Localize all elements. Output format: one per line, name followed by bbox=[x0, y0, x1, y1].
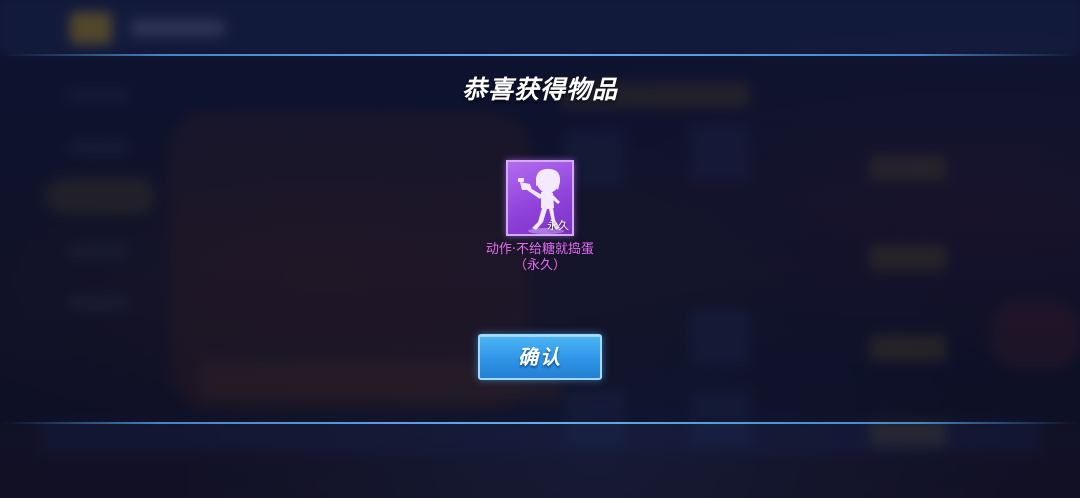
confirm-button[interactable]: 确认 bbox=[478, 334, 602, 380]
popup-top-border bbox=[0, 54, 1080, 56]
duration-tag: 永久 bbox=[547, 219, 569, 232]
reward-item-duration: （永久） bbox=[513, 258, 566, 273]
reward-item-name: 动作·不给糖就捣蛋 bbox=[485, 242, 595, 257]
popup-title: 恭喜获得物品 bbox=[461, 75, 618, 104]
popup-bottom-border bbox=[0, 422, 1080, 424]
reward-popup: 恭喜获得物品 永久 动作·不给糖就捣蛋 （永久） 确认 bbox=[0, 54, 1080, 424]
game-screen: 恭喜获得物品 永久 动作·不给糖就捣蛋 （永久） 确认 bbox=[0, 0, 1080, 498]
reward-item-slot[interactable]: 永久 bbox=[506, 160, 574, 236]
